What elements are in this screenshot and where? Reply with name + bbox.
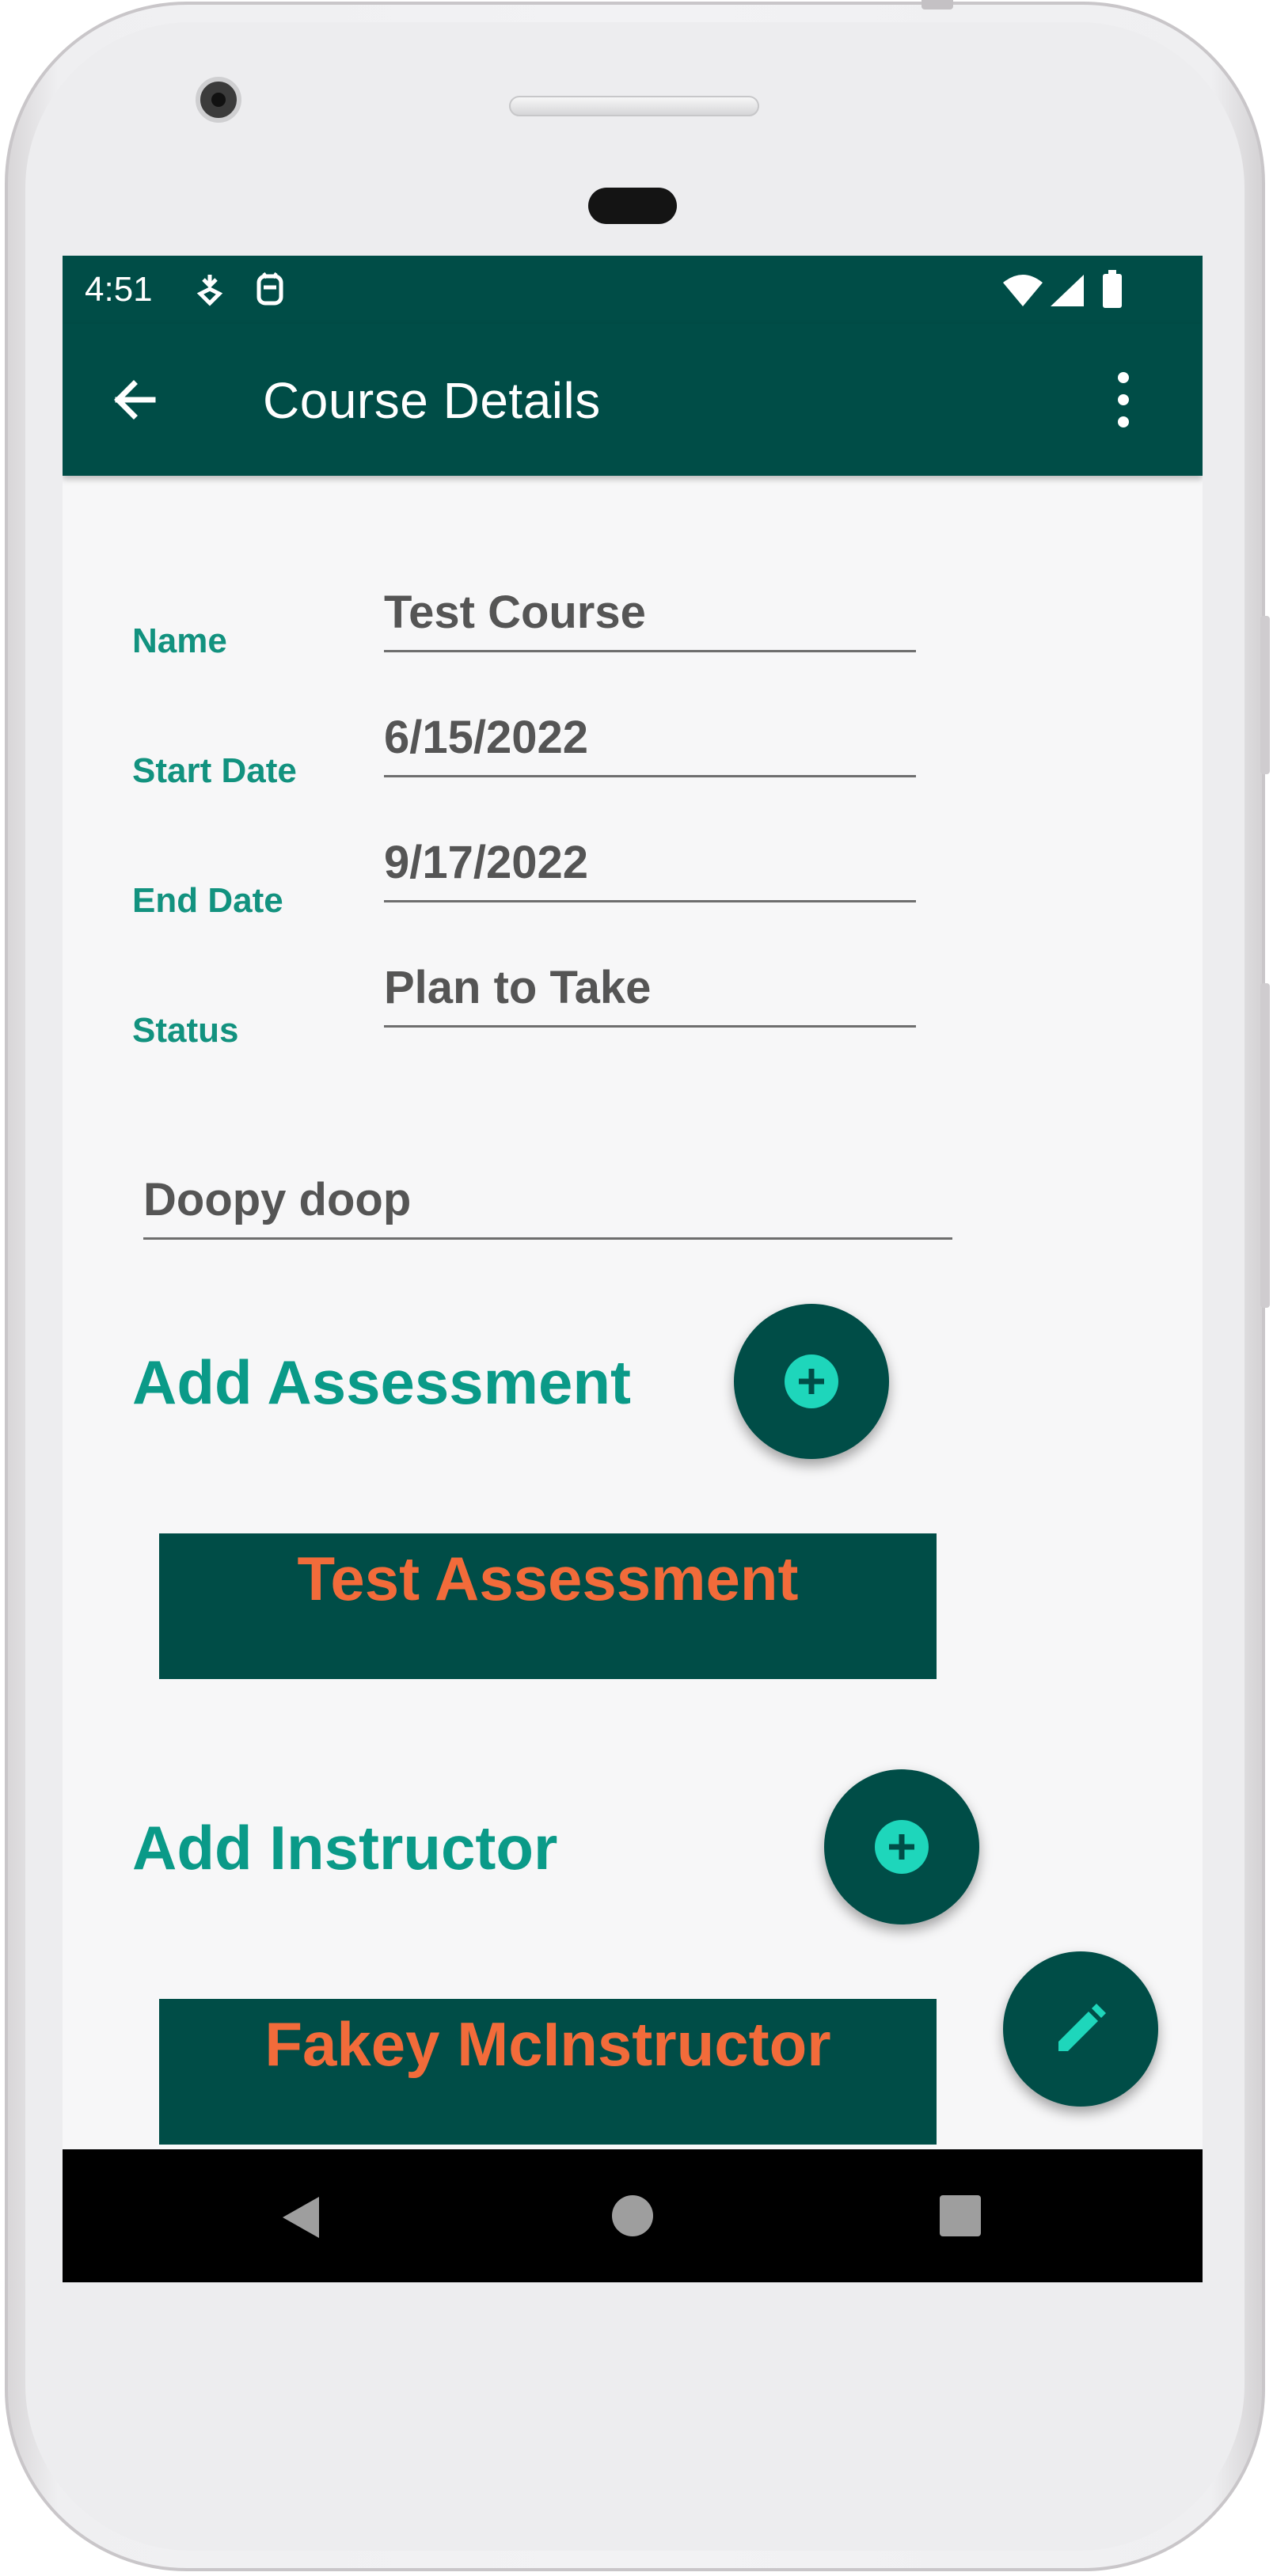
page-title: Course Details <box>263 372 601 429</box>
add-assessment-title: Add Assessment <box>132 1347 631 1417</box>
instructor-card-title: Fakey McInstructor <box>264 2009 831 2079</box>
power-button <box>1260 983 1270 1308</box>
app-screen: 4:51 Course Details Name Start Date End … <box>63 256 1203 2282</box>
system-nav-bar <box>63 2149 1203 2282</box>
course-name-field[interactable]: Test Course <box>384 577 916 652</box>
cell-signal-icon <box>1051 275 1084 306</box>
start-date-label: Start Date <box>132 751 297 790</box>
add-assessment-button[interactable] <box>734 1304 889 1459</box>
end-date-value: 9/17/2022 <box>384 837 589 888</box>
add-instructor-title: Add Instructor <box>132 1813 558 1883</box>
status-value: Plan to Take <box>384 962 652 1013</box>
circle-home-icon[interactable] <box>610 2194 655 2238</box>
plus-circle-icon <box>875 1820 929 1874</box>
phone-top-notch <box>922 0 953 9</box>
wifi-icon <box>1003 275 1043 306</box>
volume-button <box>1260 616 1270 774</box>
app-bar: Course Details <box>63 324 1203 476</box>
edit-course-button[interactable] <box>1003 1951 1158 2107</box>
android-sim-icon <box>256 272 283 306</box>
end-date-label: End Date <box>132 881 283 920</box>
pencil-icon <box>1058 2004 1106 2051</box>
end-date-field[interactable]: 9/17/2022 <box>384 827 916 902</box>
instructor-card[interactable]: Fakey McInstructor <box>159 1999 937 2145</box>
status-time: 4:51 <box>85 270 153 309</box>
status-bar: 4:51 <box>63 256 1203 324</box>
assessment-card[interactable]: Test Assessment <box>159 1533 937 1679</box>
status-label: Status <box>132 1011 239 1050</box>
plus-circle-icon <box>785 1354 838 1408</box>
triangle-back-icon[interactable] <box>279 2194 324 2241</box>
front-camera <box>196 77 241 123</box>
assessment-card-title: Test Assessment <box>297 1544 799 1613</box>
notes-value: Doopy doop <box>143 1174 412 1225</box>
proximity-sensor <box>588 188 677 224</box>
add-instructor-button[interactable] <box>824 1769 979 1924</box>
status-field[interactable]: Plan to Take <box>384 952 916 1028</box>
notes-field[interactable]: Doopy doop <box>143 1165 952 1240</box>
square-recents-icon[interactable] <box>940 2195 981 2236</box>
arrow-left-icon[interactable] <box>110 374 161 425</box>
notification-icon <box>196 275 223 306</box>
earpiece-speaker <box>509 96 759 116</box>
name-label: Name <box>132 621 227 660</box>
start-date-value: 6/15/2022 <box>384 712 589 763</box>
start-date-field[interactable]: 6/15/2022 <box>384 702 916 777</box>
more-vertical-icon[interactable] <box>1114 370 1133 430</box>
battery-icon <box>1103 270 1122 308</box>
course-name-value: Test Course <box>384 587 646 638</box>
